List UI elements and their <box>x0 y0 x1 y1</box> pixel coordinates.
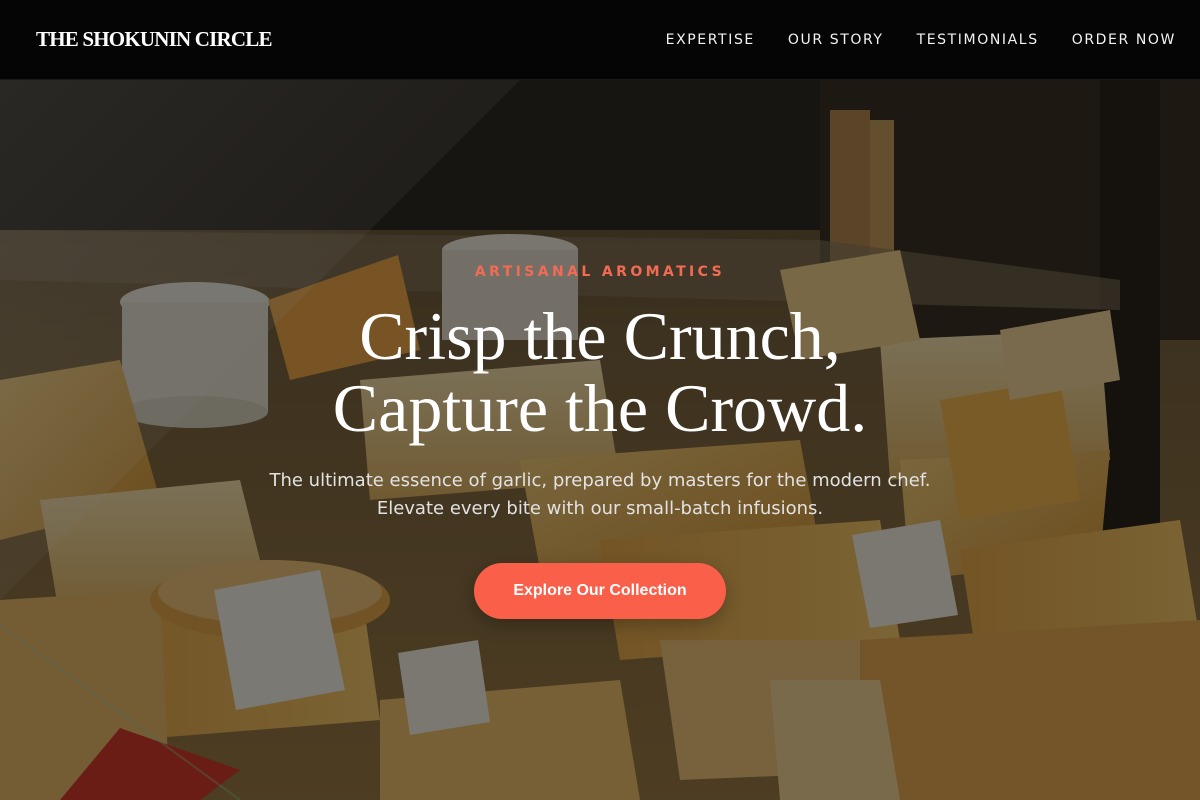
explore-collection-button[interactable]: Explore Our Collection <box>474 563 726 619</box>
main-nav: EXPERTISE OUR STORY TESTIMONIALS ORDER N… <box>633 32 1176 48</box>
nav-link-order-now[interactable]: ORDER NOW <box>1072 32 1176 48</box>
nav-link-our-story[interactable]: OUR STORY <box>788 32 884 48</box>
hero-content: ARTISANAL AROMATICS Crisp the Crunch, Ca… <box>0 80 1200 800</box>
hero-headline: Crisp the Crunch, Capture the Crowd. <box>0 300 1200 444</box>
hero-headline-line-1: Crisp the Crunch, <box>359 298 841 374</box>
landing-page: THE SHOKUNIN CIRCLE EXPERTISE OUR STORY … <box>0 0 1200 800</box>
hero-section: ARTISANAL AROMATICS Crisp the Crunch, Ca… <box>0 80 1200 800</box>
site-header: THE SHOKUNIN CIRCLE EXPERTISE OUR STORY … <box>0 0 1200 80</box>
brand-logo[interactable]: THE SHOKUNIN CIRCLE <box>36 27 272 52</box>
nav-link-testimonials[interactable]: TESTIMONIALS <box>917 32 1039 48</box>
hero-subtext: The ultimate essence of garlic, prepared… <box>269 470 931 519</box>
hero-headline-line-2: Capture the Crowd. <box>332 370 868 446</box>
nav-link-expertise[interactable]: EXPERTISE <box>666 32 755 48</box>
hero-eyebrow: ARTISANAL AROMATICS <box>474 264 726 280</box>
